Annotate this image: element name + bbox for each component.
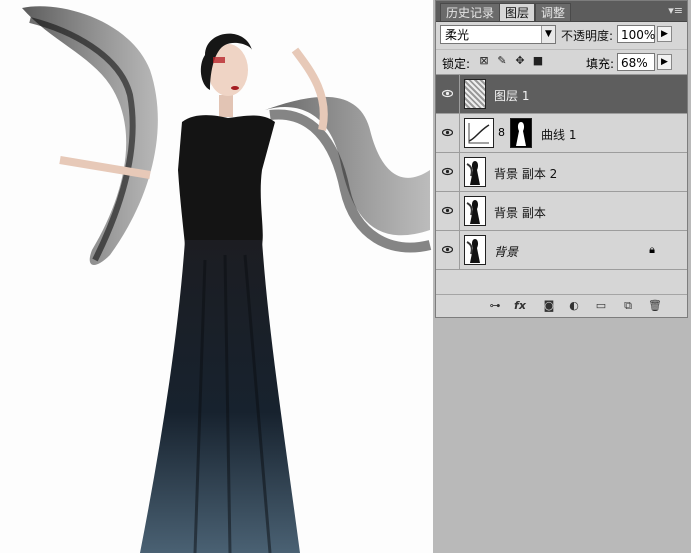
lock-icon: 🔒︎ [649,243,655,256]
new-layer-icon[interactable]: ⧉ [621,299,635,313]
layers-list: 图层 1 8 曲线 1 背景 副本 2 背景 副本 背景 🔒︎ [436,74,687,273]
blend-mode-value: 柔光 [445,28,470,42]
layer-name: 曲线 1 [541,128,577,142]
layer-row-background-copy[interactable]: 背景 副本 [436,192,687,231]
layers-panel: 历史记录 图层 调整 ▾≡ 柔光 ▼ 不透明度: 100% ▶ 锁定: ⊠ ✎ … [435,0,688,318]
layer-thumbnail-figure [464,196,486,226]
opacity-field[interactable]: 100% [617,25,655,43]
eye-icon [442,167,453,176]
curves-adjustment-thumbnail [464,118,494,148]
fill-slider-button[interactable]: ▶ [657,54,672,70]
panel-tab-bar: 历史记录 图层 调整 ▾≡ [436,1,687,22]
blend-row: 柔光 ▼ 不透明度: 100% ▶ [436,23,687,47]
folder-icon[interactable]: ▭ [594,299,608,313]
lock-transparent-icon[interactable]: ⊠ [478,55,490,67]
visibility-toggle[interactable] [436,153,460,191]
tab-history[interactable]: 历史记录 [440,3,501,21]
fx-icon[interactable]: fx [513,299,527,313]
lock-label: 锁定: [442,57,471,71]
layer-thumbnail-figure [464,235,486,265]
eye-icon [442,245,453,254]
mask-icon[interactable]: ◙ [542,299,556,313]
chain-link-icon[interactable]: 8 [498,126,505,139]
adjustment-icon[interactable]: ◐ [567,299,581,313]
eye-icon [442,89,453,98]
layer-mask-thumbnail [510,118,532,148]
tab-layers[interactable]: 图层 [499,3,536,21]
layer-name: 图层 1 [494,89,530,103]
photo-figure [22,6,432,553]
fill-field[interactable]: 68% [617,53,655,71]
tab-adjustments[interactable]: 调整 [535,3,572,21]
eye-icon [442,206,453,215]
layer-row-layer1[interactable]: 图层 1 [436,75,687,114]
lock-position-move-icon[interactable]: ✥ [514,55,526,67]
image-canvas [0,0,433,553]
layer-row-curves1[interactable]: 8 曲线 1 [436,114,687,153]
visibility-toggle[interactable] [436,192,460,230]
trash-icon[interactable]: 🗑︎ [648,299,662,313]
visibility-toggle[interactable] [436,75,460,113]
lock-row: 锁定: ⊠ ✎ ✥ ■ 填充: 68% ▶ [436,49,687,74]
layer-row-background[interactable]: 背景 🔒︎ [436,231,687,270]
layer-row-background-copy2[interactable]: 背景 副本 2 [436,153,687,192]
panel-menu-icon[interactable]: ▾≡ [668,4,683,17]
link-icon[interactable]: ⊶ [488,299,502,313]
lock-all-icon[interactable]: ■ [532,55,544,67]
layer-thumbnail-figure [464,157,486,187]
visibility-toggle[interactable] [436,114,460,152]
eye-icon [442,128,453,137]
layer-name: 背景 副本 2 [494,167,558,181]
blend-mode-select[interactable]: 柔光 ▼ [440,25,556,44]
fill-label: 填充: [586,57,615,71]
lock-pixels-brush-icon[interactable]: ✎ [496,55,508,67]
layer-name: 背景 副本 [494,206,546,220]
opacity-label: 不透明度: [561,29,614,43]
opacity-slider-button[interactable]: ▶ [657,26,672,42]
panel-footer: ⊶ fx ◙ ◐ ▭ ⧉ 🗑︎ [436,294,687,317]
visibility-toggle[interactable] [436,231,460,269]
layer-name: 背景 [494,245,519,259]
layer-thumbnail-noise [464,79,486,109]
chevron-down-icon: ▼ [541,26,555,43]
